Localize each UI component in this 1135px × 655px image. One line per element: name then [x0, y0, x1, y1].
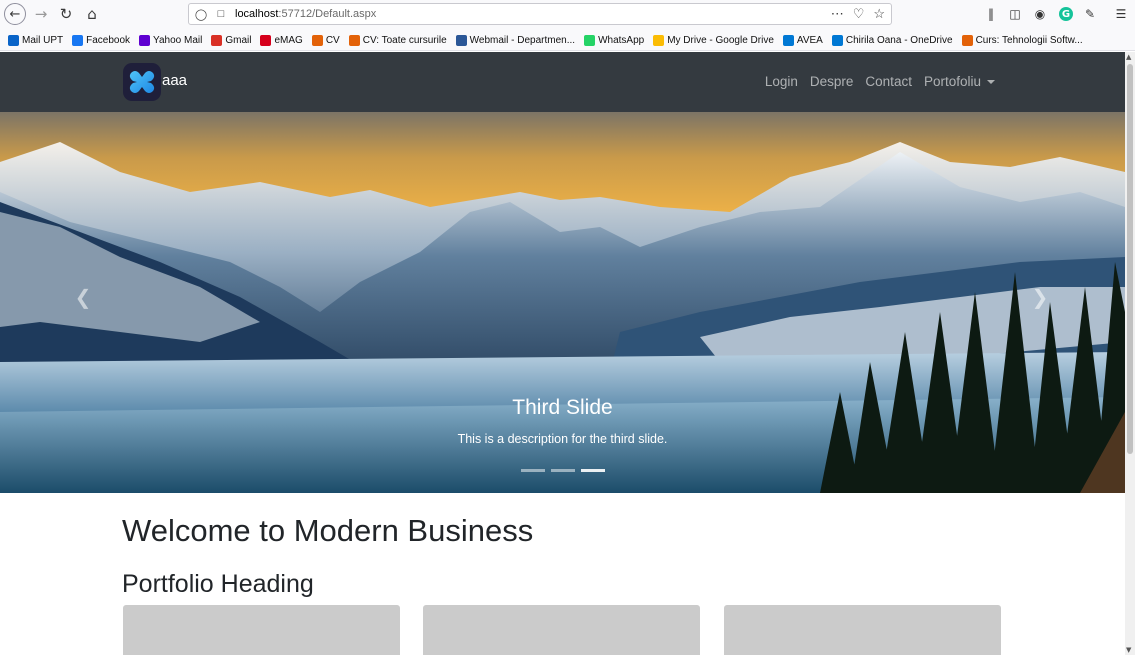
bookmark-item[interactable]: Mail UPT [8, 34, 64, 46]
portfolio-card[interactable] [423, 605, 700, 655]
star-icon[interactable]: ☆ [873, 6, 885, 22]
carousel-indicator[interactable] [581, 469, 605, 472]
browser-toolbar: ← → ↻ ⌂ ◯ □ localhost:57712/Default.aspx… [0, 0, 1135, 30]
carousel-caption-title: Third Slide [512, 396, 613, 419]
portfolio-card[interactable] [123, 605, 400, 655]
account-icon[interactable]: ◉ [1031, 5, 1049, 23]
nav-despre[interactable]: Despre [810, 74, 854, 89]
url-host: localhost [235, 8, 279, 20]
shield-icon[interactable]: ◯ [193, 6, 209, 22]
url-text[interactable]: localhost:57712/Default.aspx [235, 8, 376, 20]
page-icon[interactable]: □ [213, 6, 229, 22]
carousel-indicator[interactable] [551, 469, 575, 472]
bookmark-item[interactable]: CV [311, 34, 340, 46]
sidebar-icon[interactable]: ◫ [1006, 5, 1024, 23]
back-icon[interactable]: ← [4, 3, 26, 25]
bookmark-item[interactable]: AVEA [782, 34, 823, 46]
url-path: :57712/Default.aspx [278, 8, 377, 20]
bookmark-label: CV: Toate cursurile [362, 34, 447, 46]
bookmark-label: Yahoo Mail [153, 34, 203, 46]
carousel-prev-icon[interactable]: ❮ [68, 282, 98, 312]
bookmark-item[interactable]: Facebook [72, 34, 131, 46]
bookmark-item[interactable]: eMAG [260, 34, 303, 46]
scroll-down-icon[interactable]: ▼ [1126, 646, 1131, 654]
bookmark-label: My Drive - Google Drive [667, 34, 774, 46]
bookmark-label: AVEA [796, 34, 823, 46]
carousel: ❮ ❯ Third Slide This is a description fo… [0, 112, 1125, 493]
bookmark-label: CV [325, 34, 340, 46]
bookmark-favicon-icon [260, 34, 272, 46]
pocket-icon[interactable]: ♡ [853, 6, 865, 22]
bookmark-favicon-icon [348, 34, 360, 46]
bookmark-item[interactable]: Curs: Tehnologii Softw... [961, 34, 1083, 46]
home-icon[interactable]: ⌂ [81, 3, 103, 25]
carousel-caption-description: This is a description for the third slid… [457, 432, 668, 446]
forward-icon[interactable]: → [30, 3, 52, 25]
site-navbar: aaa Login Despre Contact Portofoliu [0, 52, 1125, 112]
bookmark-favicon-icon [139, 34, 151, 46]
menu-icon[interactable]: ☰ [1112, 5, 1130, 23]
bookmark-favicon-icon [455, 34, 467, 46]
bookmark-label: Curs: Tehnologii Softw... [975, 34, 1083, 46]
bookmark-favicon-icon [782, 34, 794, 46]
nav-portofoliu[interactable]: Portofoliu [924, 74, 995, 89]
bookmark-item[interactable]: WhatsApp [584, 34, 645, 46]
bookmark-item[interactable]: My Drive - Google Drive [653, 34, 774, 46]
nav-contact[interactable]: Contact [865, 74, 912, 89]
bookmark-favicon-icon [8, 34, 19, 46]
bookmark-favicon-icon [831, 34, 843, 46]
nav-portofoliu-label: Portofoliu [923, 74, 981, 89]
brand-logo-icon[interactable] [123, 63, 161, 101]
carousel-indicator[interactable] [521, 469, 545, 472]
carousel-indicators [521, 469, 605, 472]
bookmark-favicon-icon [653, 34, 665, 46]
bookmark-favicon-icon [961, 34, 973, 46]
url-bar[interactable]: ◯ □ localhost:57712/Default.aspx ⋯ ♡ ☆ [188, 3, 892, 25]
carousel-next-icon[interactable]: ❯ [1025, 282, 1055, 312]
bookmark-label: Facebook [86, 34, 131, 46]
bookmark-label: Chirila Oana - OneDrive [845, 34, 953, 46]
bookmark-favicon-icon [72, 34, 84, 46]
bookmarks-bar: Mail UPT Facebook Yahoo Mail Gmail eMAG CV CV:… [0, 30, 1135, 51]
bookmark-item[interactable]: Chirila Oana - OneDrive [831, 34, 953, 46]
bookmark-label: Gmail [225, 34, 252, 46]
grammarly-icon[interactable]: G [1059, 7, 1073, 21]
nav-login[interactable]: Login [765, 74, 798, 89]
bookmark-label: Mail UPT [22, 34, 64, 46]
bookmark-favicon-icon [584, 34, 596, 46]
brand-name[interactable]: aaa [162, 72, 187, 89]
chevron-down-icon [987, 80, 995, 84]
scrollbar[interactable]: ▲ ▼ [1125, 52, 1135, 655]
scroll-thumb[interactable] [1127, 64, 1133, 454]
bookmark-favicon-icon [311, 34, 323, 46]
portfolio-card[interactable] [724, 605, 1001, 655]
web-page: aaa Login Despre Contact Portofoliu ❮ ❯ … [0, 52, 1125, 655]
more-icon[interactable]: ⋯ [831, 6, 844, 22]
bookmark-label: WhatsApp [598, 34, 645, 46]
library-icon[interactable]: ‖ [982, 5, 1000, 23]
bookmark-item[interactable]: Gmail [211, 34, 252, 46]
bookmark-favicon-icon [211, 34, 223, 46]
page-title: Welcome to Modern Business [122, 513, 534, 548]
bookmark-label: Webmail - Departmen... [469, 34, 576, 46]
scroll-up-icon[interactable]: ▲ [1126, 53, 1131, 61]
reload-icon[interactable]: ↻ [55, 3, 77, 25]
bookmark-item[interactable]: Webmail - Departmen... [455, 34, 576, 46]
bookmark-item[interactable]: CV: Toate cursurile [348, 34, 447, 46]
extension-icon[interactable]: ✎ [1081, 5, 1099, 23]
bookmark-item[interactable]: Yahoo Mail [139, 34, 203, 46]
bookmark-label: eMAG [274, 34, 303, 46]
section-heading: Portfolio Heading [122, 570, 314, 598]
nav-links: Login Despre Contact Portofoliu [765, 74, 995, 89]
